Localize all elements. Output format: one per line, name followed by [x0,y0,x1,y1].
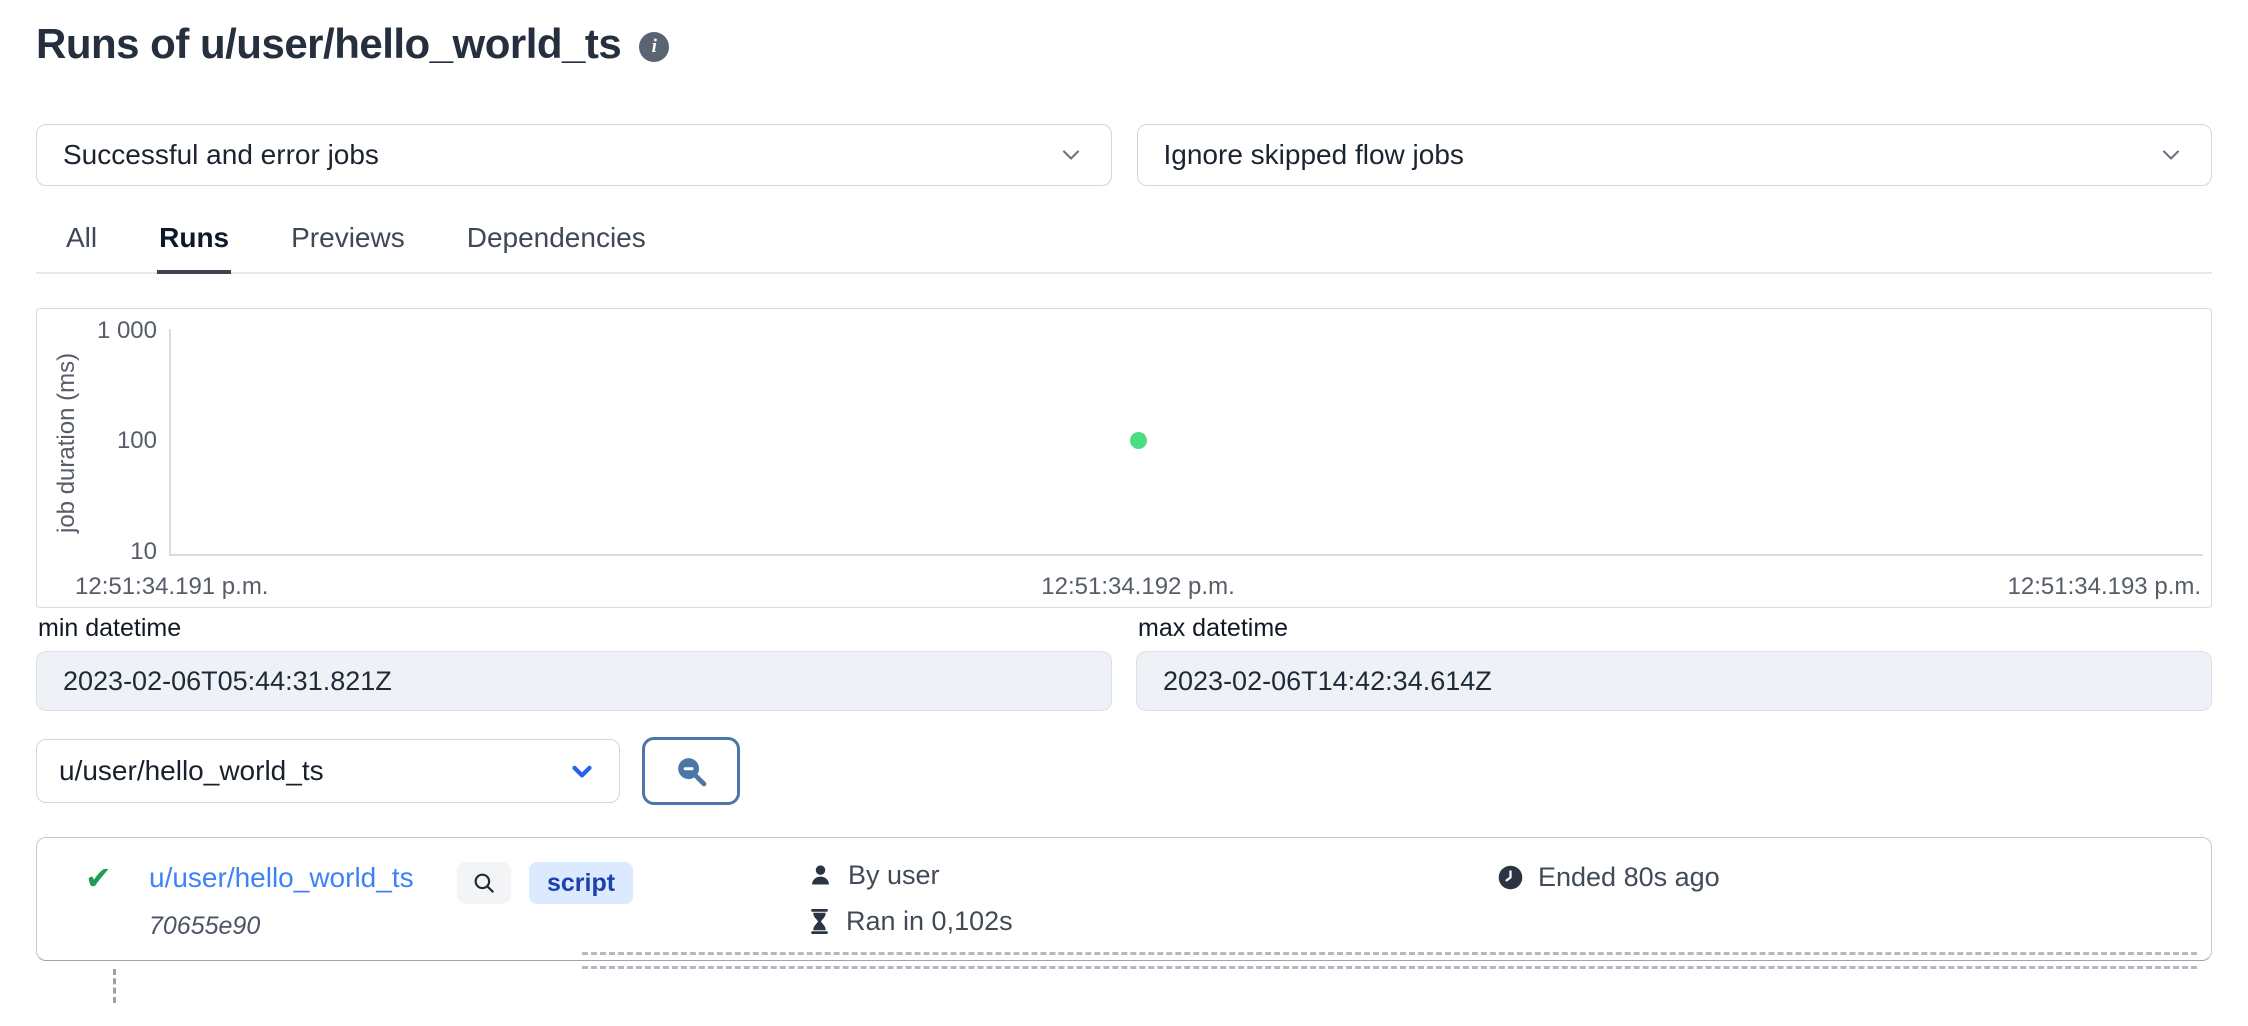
job-status-select[interactable]: Successful and error jobs [36,124,1112,186]
flow-jobs-select[interactable]: Ignore skipped flow jobs [1137,124,2213,186]
min-datetime-label: min datetime [38,614,1112,643]
x-tick: 12:51:34.192 p.m. [1041,573,1234,601]
y-tick: 1 000 [77,317,157,345]
y-axis-line [169,329,171,555]
script-picker-row: u/user/hello_world_ts [36,737,2212,805]
min-datetime-group: min datetime [36,614,1112,711]
page-header: Runs of u/user/hello_world_ts i [36,16,2212,72]
tab-runs[interactable]: Runs [157,214,231,274]
runs-page: Runs of u/user/hello_world_ts i Successf… [0,0,2248,1026]
run-data-point[interactable] [1130,432,1147,449]
run-hash: 70655e90 [149,912,260,941]
run-path-link[interactable]: u/user/hello_world_ts [149,862,414,894]
next-row-skeleton-border [582,952,2197,955]
run-author: By user [807,860,940,891]
success-check-icon: ✔ [85,862,112,894]
filter-row: Successful and error jobs Ignore skipped… [36,124,2212,186]
y-tick: 100 [77,427,157,455]
page-title: Runs of u/user/hello_world_ts [36,20,621,68]
magnifier-icon [471,870,497,896]
y-tick: 10 [77,538,157,566]
info-icon[interactable]: i [639,32,669,62]
chevron-down-icon [1057,141,1085,169]
job-kind-badge: script [529,862,633,904]
x-tick: 12:51:34.193 p.m. [2008,573,2201,601]
x-axis-line [169,554,2203,556]
zoom-search-icon [672,752,710,790]
person-icon [807,862,834,889]
max-datetime-field[interactable] [1136,651,2212,711]
timeline-dashed-connector [113,969,116,1003]
inspect-run-button[interactable] [457,862,511,904]
run-author-text: By user [848,860,940,891]
chevron-down-icon [567,756,597,786]
min-datetime-field[interactable] [36,651,1112,711]
runs-duration-chart[interactable]: job duration (ms) 1 000 100 10 12:51:34.… [36,308,2212,608]
search-runs-button[interactable] [642,737,740,805]
tab-previews[interactable]: Previews [289,214,407,272]
script-path-select-value: u/user/hello_world_ts [59,755,324,787]
script-path-select[interactable]: u/user/hello_world_ts [36,739,620,803]
datetime-filter-row: min datetime max datetime [36,614,2212,711]
run-duration: Ran in 0,102s [807,906,1013,937]
hourglass-icon [807,908,832,935]
run-list-footer [36,961,2212,1025]
job-status-select-value: Successful and error jobs [63,139,379,171]
tab-bar: All Runs Previews Dependencies [36,214,2212,274]
chevron-down-icon [2157,141,2185,169]
tab-all[interactable]: All [64,214,99,272]
tab-dependencies[interactable]: Dependencies [465,214,648,272]
run-ended: Ended 80s ago [1497,862,1720,893]
run-ended-text: Ended 80s ago [1538,862,1720,893]
clock-icon [1497,864,1524,891]
x-tick: 12:51:34.191 p.m. [75,573,268,601]
run-duration-text: Ran in 0,102s [846,906,1013,937]
flow-jobs-select-value: Ignore skipped flow jobs [1164,139,1464,171]
run-list-item[interactable]: ✔ u/user/hello_world_ts script 70655e90 … [36,837,2212,961]
max-datetime-label: max datetime [1138,614,2212,643]
max-datetime-group: max datetime [1136,614,2212,711]
